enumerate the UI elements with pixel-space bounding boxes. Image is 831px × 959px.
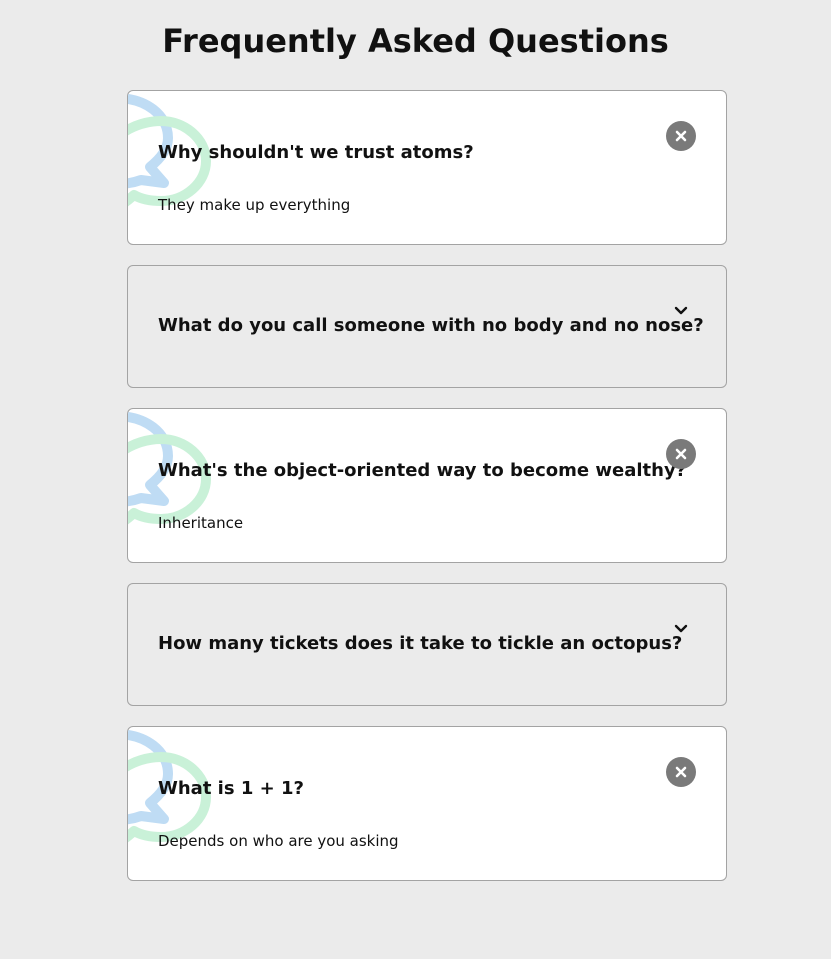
faq-question: What do you call someone with no body an… [158,315,704,336]
faq-expand-button[interactable] [666,296,696,326]
chevron-down-icon [674,624,688,633]
page-title: Frequently Asked Questions [162,22,669,60]
faq-answer: Depends on who are you asking [158,832,399,850]
faq-answer: Inheritance [158,514,244,532]
faq-item[interactable]: How many tickets does it take to tickle … [127,583,727,706]
faq-close-button[interactable] [666,439,696,469]
faq-question: What is 1 + 1? [158,778,304,799]
faq-expand-button[interactable] [666,614,696,644]
close-icon [675,130,687,142]
faq-question: Why shouldn't we trust atoms? [158,142,474,163]
faq-item[interactable]: What do you call someone with no body an… [127,265,727,388]
chevron-down-icon [674,306,688,315]
faq-item: Why shouldn't we trust atoms? They make … [127,90,727,245]
faq-answer: They make up everything [158,196,351,214]
faq-item: What is 1 + 1? Depends on who are you as… [127,726,727,881]
close-icon [675,448,687,460]
faq-question: What's the object-oriented way to become… [158,460,687,481]
faq-question: How many tickets does it take to tickle … [158,633,683,654]
faq-list: Why shouldn't we trust atoms? They make … [127,90,727,881]
faq-close-button[interactable] [666,121,696,151]
close-icon [675,766,687,778]
faq-item: What's the object-oriented way to become… [127,408,727,563]
faq-close-button[interactable] [666,757,696,787]
